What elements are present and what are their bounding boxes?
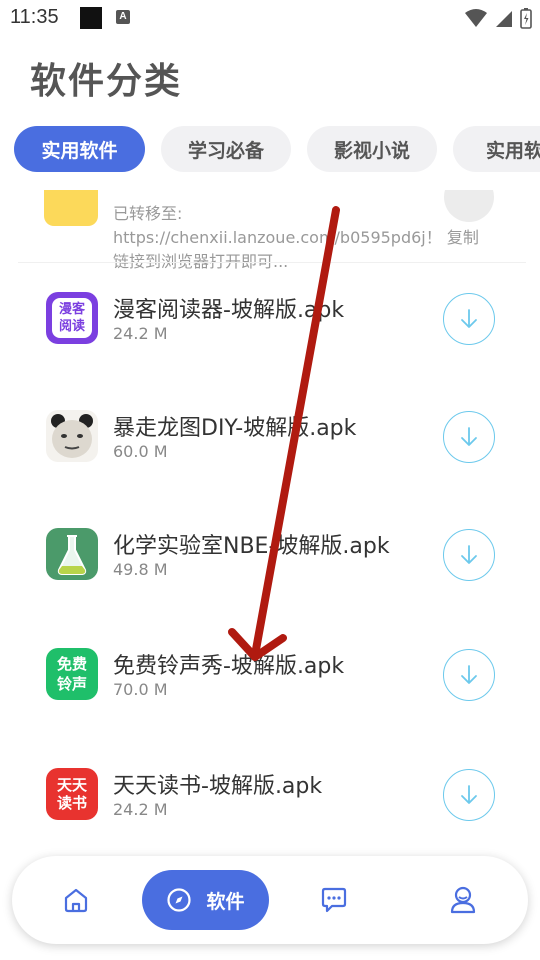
app-list: 已转移至: https://chenxii.lanzoue.com/b0595p…	[0, 190, 540, 860]
notice-text: 已转移至: https://chenxii.lanzoue.com/b0595p…	[113, 202, 493, 274]
download-arrow-icon	[461, 665, 477, 684]
status-time: 11:35	[10, 6, 59, 28]
download-button[interactable]	[443, 529, 495, 581]
download-arrow-icon	[461, 785, 477, 804]
download-button[interactable]	[443, 293, 495, 345]
list-item[interactable]: 漫客 阅读 漫客阅读器-坡解版.apk 24.2 M	[0, 292, 540, 410]
app-size: 60.0 M	[113, 442, 168, 461]
bottom-nav: 软件	[12, 856, 528, 944]
nav-software[interactable]: 软件	[142, 870, 269, 930]
app-icon-free-ringtone: 免费 铃声	[46, 648, 98, 700]
nav-messages[interactable]	[308, 870, 360, 930]
panda-face-icon	[51, 414, 93, 458]
app-size: 24.2 M	[113, 324, 168, 343]
app-icon-baozou-meme	[46, 410, 98, 462]
download-button[interactable]	[443, 411, 495, 463]
notification-app-icon: A	[116, 10, 130, 24]
app-name: 漫客阅读器-坡解版.apk	[113, 298, 345, 323]
tab-movies-novels[interactable]: 影视小说	[307, 126, 437, 172]
app-name: 天天读书-坡解版.apk	[113, 774, 323, 799]
app-name: 暴走龙图DIY-坡解版.apk	[113, 416, 357, 441]
download-button[interactable]	[443, 769, 495, 821]
app-icon-tiantian-reading: 天天 读书	[46, 768, 98, 820]
status-bar: 11:35 A	[0, 0, 540, 36]
divider	[18, 262, 526, 263]
chat-icon	[321, 887, 347, 913]
notice-line2[interactable]: https://chenxii.lanzoue.com/b0595pd6j！ 复…	[113, 226, 493, 250]
download-arrow-icon	[461, 309, 477, 328]
notice-line1: 已转移至:	[113, 204, 183, 223]
compass-icon	[167, 888, 192, 912]
list-item[interactable]: 天天 读书 天天读书-坡解版.apk 24.2 M	[0, 768, 540, 860]
app-name: 化学实验室NBE-坡解版.apk	[113, 534, 390, 559]
app-size: 24.2 M	[113, 800, 168, 819]
app-icon-text: 漫客 阅读	[52, 298, 92, 338]
tab-study-essentials[interactable]: 学习必备	[161, 126, 291, 172]
profile-icon	[450, 886, 476, 914]
list-item[interactable]: 暴走龙图DIY-坡解版.apk 60.0 M	[0, 410, 540, 528]
download-arrow-icon	[461, 545, 477, 564]
status-icons	[464, 6, 532, 30]
tab-practical-software[interactable]: 实用软件	[14, 126, 145, 172]
download-arrow-icon	[461, 427, 477, 446]
app-name: 免费铃声秀-坡解版.apk	[113, 654, 345, 679]
home-icon	[64, 888, 88, 913]
app-size: 70.0 M	[113, 680, 168, 699]
battery-icon	[520, 8, 532, 29]
signal-icon	[496, 11, 512, 27]
nav-home[interactable]	[50, 870, 102, 930]
notice-icon	[44, 190, 98, 226]
category-tabs: 实用软件 学习必备 影视小说 实用软	[14, 126, 540, 172]
app-icon-manke-reader: 漫客 阅读	[46, 292, 98, 344]
flask-icon	[57, 535, 87, 575]
moved-notice: 已转移至: https://chenxii.lanzoue.com/b0595p…	[0, 190, 540, 271]
download-button[interactable]	[443, 649, 495, 701]
app-icon-chemistry-lab	[46, 528, 98, 580]
nav-profile[interactable]	[437, 870, 489, 930]
list-item[interactable]: 化学实验室NBE-坡解版.apk 49.8 M	[0, 528, 540, 646]
page-title: 软件分类	[30, 61, 183, 102]
app-size: 49.8 M	[113, 560, 168, 579]
notification-square-icon	[80, 7, 102, 29]
wifi-icon	[465, 9, 487, 27]
tab-practical-software-2[interactable]: 实用软	[453, 126, 540, 172]
nav-software-label: 软件	[206, 890, 245, 913]
list-item[interactable]: 免费 铃声 免费铃声秀-坡解版.apk 70.0 M	[0, 648, 540, 766]
